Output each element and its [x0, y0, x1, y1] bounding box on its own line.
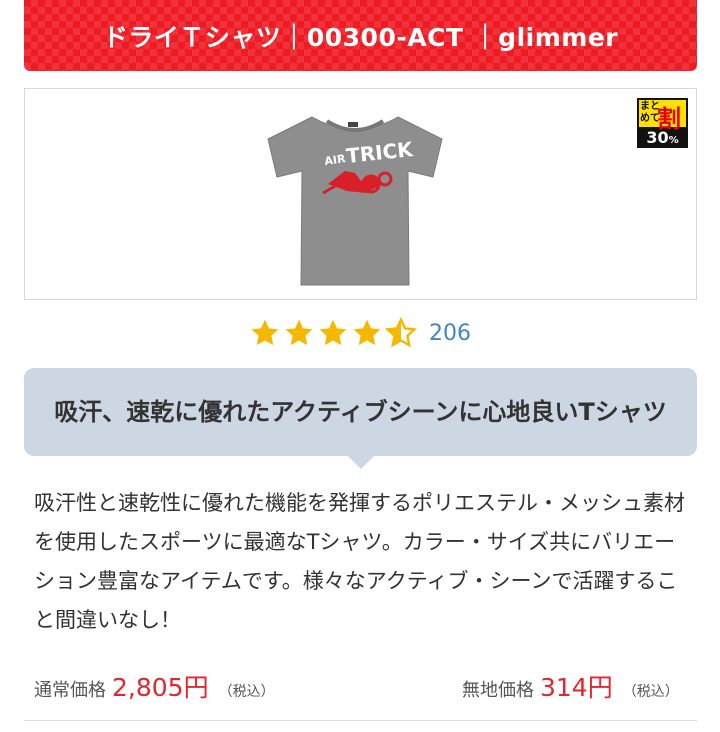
- bubble-tail: [347, 455, 375, 469]
- star-icon: [251, 319, 279, 346]
- regular-price-tax: （税込）: [218, 684, 275, 700]
- rating-stars: [249, 317, 417, 349]
- headline-bubble: 吸汗、速乾に優れたアクティブシーンに心地良いTシャツ: [24, 368, 697, 456]
- divider: [24, 720, 697, 721]
- plain-price-tax: （税込）: [622, 684, 679, 700]
- half-star-icon: [385, 317, 417, 348]
- star-icon: [285, 319, 313, 346]
- product-title: ドライＴシャツ｜00300-ACT ｜glimmer: [102, 22, 619, 52]
- regular-price: 通常価格 2,805円 （税込）: [34, 668, 275, 704]
- product-title-bar: ドライＴシャツ｜00300-ACT ｜glimmer: [24, 0, 697, 71]
- plain-price-label: 無地価格: [462, 680, 534, 701]
- product-rating[interactable]: 206: [249, 316, 471, 350]
- regular-price-value: 2,805円: [112, 673, 209, 702]
- star-icon: [319, 319, 347, 346]
- product-description: 吸汗性と速乾性に優れた機能を発揮するポリエステル・メッシュ素材を使用したスポーツ…: [34, 491, 685, 632]
- plain-price-value: 314円: [540, 673, 613, 702]
- bulk-discount-badge: まと めて 割 30%: [637, 98, 688, 148]
- plain-price: 無地価格 314円 （税込）: [462, 668, 679, 704]
- review-count-link[interactable]: 206: [429, 321, 471, 346]
- headline-text: 吸汗、速乾に優れたアクティブシーンに心地良いTシャツ: [54, 398, 667, 426]
- product-image-frame[interactable]: AIR TRICK: [24, 88, 697, 300]
- star-icon: [353, 319, 381, 346]
- regular-price-label: 通常価格: [34, 680, 106, 701]
- tshirt-image: AIR TRICK: [267, 116, 443, 286]
